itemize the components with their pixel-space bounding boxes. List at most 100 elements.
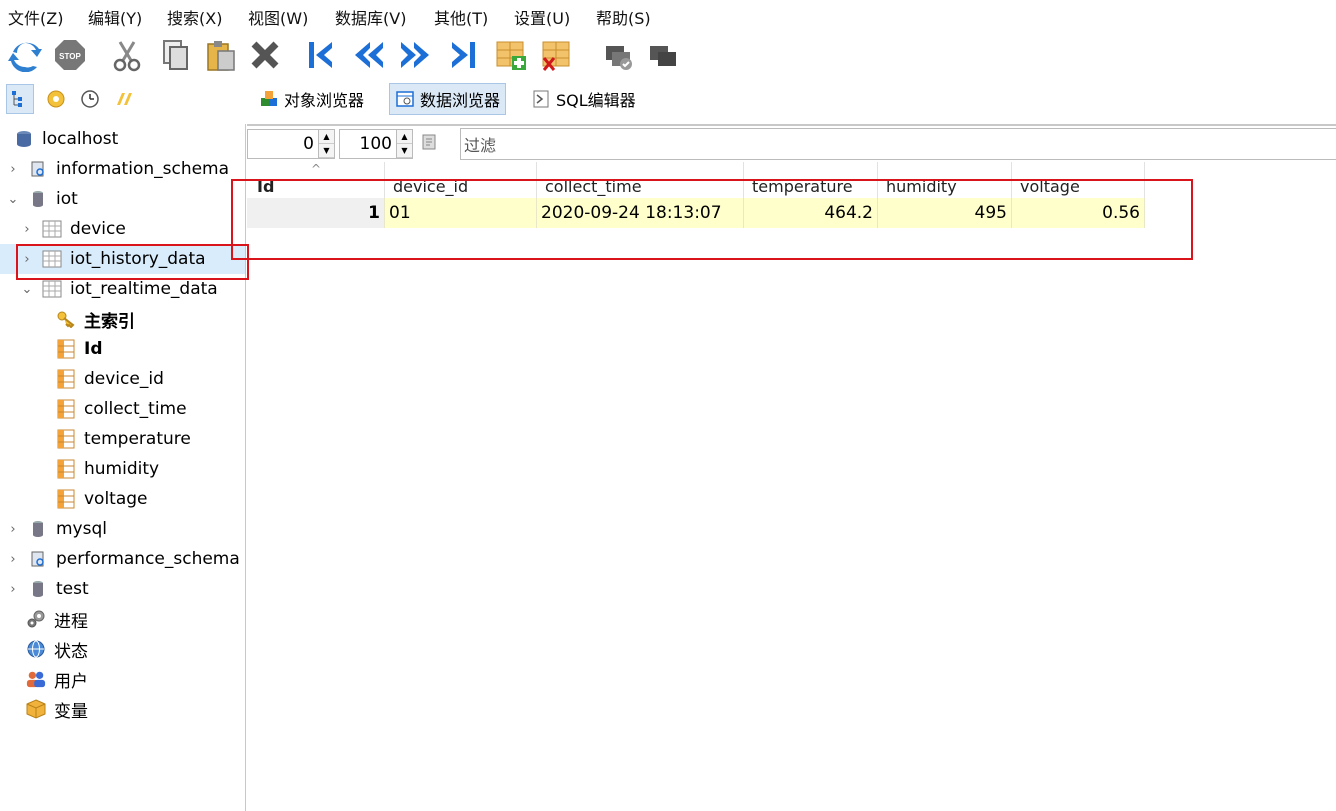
cell-voltage[interactable]: 0.56 [1012,198,1145,228]
tree-node-iot-realtime-data[interactable]: ⌄ iot_realtime_data [0,274,245,304]
offset-spinner[interactable]: 0 ▲ ▼ [247,129,335,159]
tree-node-column-temperature[interactable]: temperature [0,424,245,454]
spin-down-icon[interactable]: ▼ [319,144,334,158]
tree-node-performance-schema[interactable]: › performance_schema [0,544,245,574]
tree-node-users[interactable]: 用户 [0,664,245,694]
cell-temperature[interactable]: 464.2 [744,198,878,228]
paste-icon[interactable] [202,36,240,74]
spin-up-icon[interactable]: ▲ [319,130,334,144]
tree-node-primary-index[interactable]: 主索引 [0,304,245,334]
scripts-icon[interactable] [110,84,138,114]
limit-value[interactable]: 100 [360,134,396,154]
database-icon [28,519,48,539]
spin-up-icon[interactable]: ▲ [397,130,412,144]
tree-label: humidity [84,459,160,479]
tree-node-column-collect-time[interactable]: collect_time [0,394,245,424]
tree-label: 进程 [54,611,88,632]
last-record-icon[interactable] [444,36,482,74]
cell-device-id[interactable]: 01 [385,198,537,228]
tree-node-status[interactable]: 状态 [0,634,245,664]
spin-down-icon[interactable]: ▼ [397,144,412,158]
tree-node-column-device-id[interactable]: device_id [0,364,245,394]
tree-label: Id [84,339,103,359]
menu-file[interactable]: 文件(Z) [8,5,63,29]
chevron-right-icon[interactable]: › [6,162,20,177]
filter-input[interactable]: 过滤 [460,128,1336,160]
previous-icon[interactable] [350,36,388,74]
menu-view[interactable]: 视图(W) [248,5,308,29]
column-icon [56,429,76,449]
menu-other[interactable]: 其他(T) [434,5,488,29]
stop-icon[interactable]: STOP [51,36,89,74]
cell-id[interactable]: 1 [247,198,385,228]
tree-label: 状态 [54,641,88,662]
tab-object-browser[interactable]: 对象浏览器 [254,83,369,115]
column-header-temperature[interactable]: temperature [744,162,878,198]
add-row-icon[interactable] [492,36,530,74]
tree-node-device[interactable]: › device [0,214,245,244]
tree-view-icon[interactable] [6,84,34,114]
filter-options-icon[interactable] [419,132,443,156]
limit-spinner[interactable]: 100 ▲ ▼ [339,129,413,159]
column-header-id[interactable]: Id [247,162,385,198]
menu-help[interactable]: 帮助(S) [596,5,651,29]
tree-label: device_id [84,369,164,389]
refresh-icon[interactable] [6,36,44,74]
chevron-down-icon[interactable]: ⌄ [6,192,20,207]
copy-icon[interactable] [156,36,194,74]
tree-node-processes[interactable]: 进程 [0,604,245,634]
data-grid: ^ Id device_id collect_time temperature … [247,162,1336,811]
chevron-right-icon[interactable]: › [6,582,20,597]
tree-node-column-humidity[interactable]: humidity [0,454,245,484]
column-header-device-id[interactable]: device_id [385,162,537,198]
tree-node-localhost[interactable]: localhost [0,124,245,154]
menu-edit[interactable]: 编辑(Y) [88,5,142,29]
menu-search[interactable]: 搜索(X) [167,5,222,29]
box-icon [26,699,46,719]
chevron-right-icon[interactable]: › [20,252,34,267]
first-record-icon[interactable] [302,36,340,74]
tree-label: collect_time [84,399,187,419]
column-header-collect-time[interactable]: collect_time [537,162,744,198]
menu-database[interactable]: 数据库(V) [335,5,406,29]
tree-node-iot[interactable]: ⌄ iot [0,184,245,214]
column-header-humidity[interactable]: humidity [878,162,1012,198]
cancel-icon[interactable] [644,36,682,74]
tree-label: localhost [42,129,119,149]
next-icon[interactable] [396,36,434,74]
server-icon [14,129,34,149]
cell-collect-time[interactable]: 2020-09-24 18:13:07 [537,198,744,228]
tree-node-information-schema[interactable]: › information_schema [0,154,245,184]
tree-label: temperature [84,429,191,449]
tree-node-test[interactable]: › test [0,574,245,604]
delete-row-icon[interactable] [538,36,576,74]
tree-node-variables[interactable]: 变量 [0,694,245,724]
tree-label: 变量 [54,701,88,722]
chevron-down-icon[interactable]: ⌄ [20,282,34,297]
tree-label: performance_schema [56,549,240,569]
menu-settings[interactable]: 设置(U) [514,5,570,29]
apply-icon[interactable] [600,36,638,74]
column-header-voltage[interactable]: voltage [1012,162,1145,198]
cut-icon[interactable] [108,36,146,74]
column-icon [56,399,76,419]
cell-humidity[interactable]: 495 [878,198,1012,228]
chevron-right-icon[interactable]: › [6,552,20,567]
favorites-icon[interactable] [42,84,70,114]
column-icon [56,489,76,509]
history-icon[interactable] [76,84,104,114]
tree-label: iot_history_data [70,249,206,269]
tab-sql-editor[interactable]: SQL编辑器 [526,83,641,115]
svg-text:STOP: STOP [59,52,81,61]
tree-node-iot-history-data[interactable]: › iot_history_data [0,244,245,274]
tree-node-column-voltage[interactable]: voltage [0,484,245,514]
schema-icon [28,159,48,179]
delete-icon[interactable] [246,36,284,74]
offset-value[interactable]: 0 [303,134,318,154]
database-icon [28,579,48,599]
tree-node-mysql[interactable]: › mysql [0,514,245,544]
tab-data-browser[interactable]: 数据浏览器 [389,83,507,115]
tree-node-column-id[interactable]: Id [0,334,245,364]
chevron-right-icon[interactable]: › [20,222,34,237]
chevron-right-icon[interactable]: › [6,522,20,537]
